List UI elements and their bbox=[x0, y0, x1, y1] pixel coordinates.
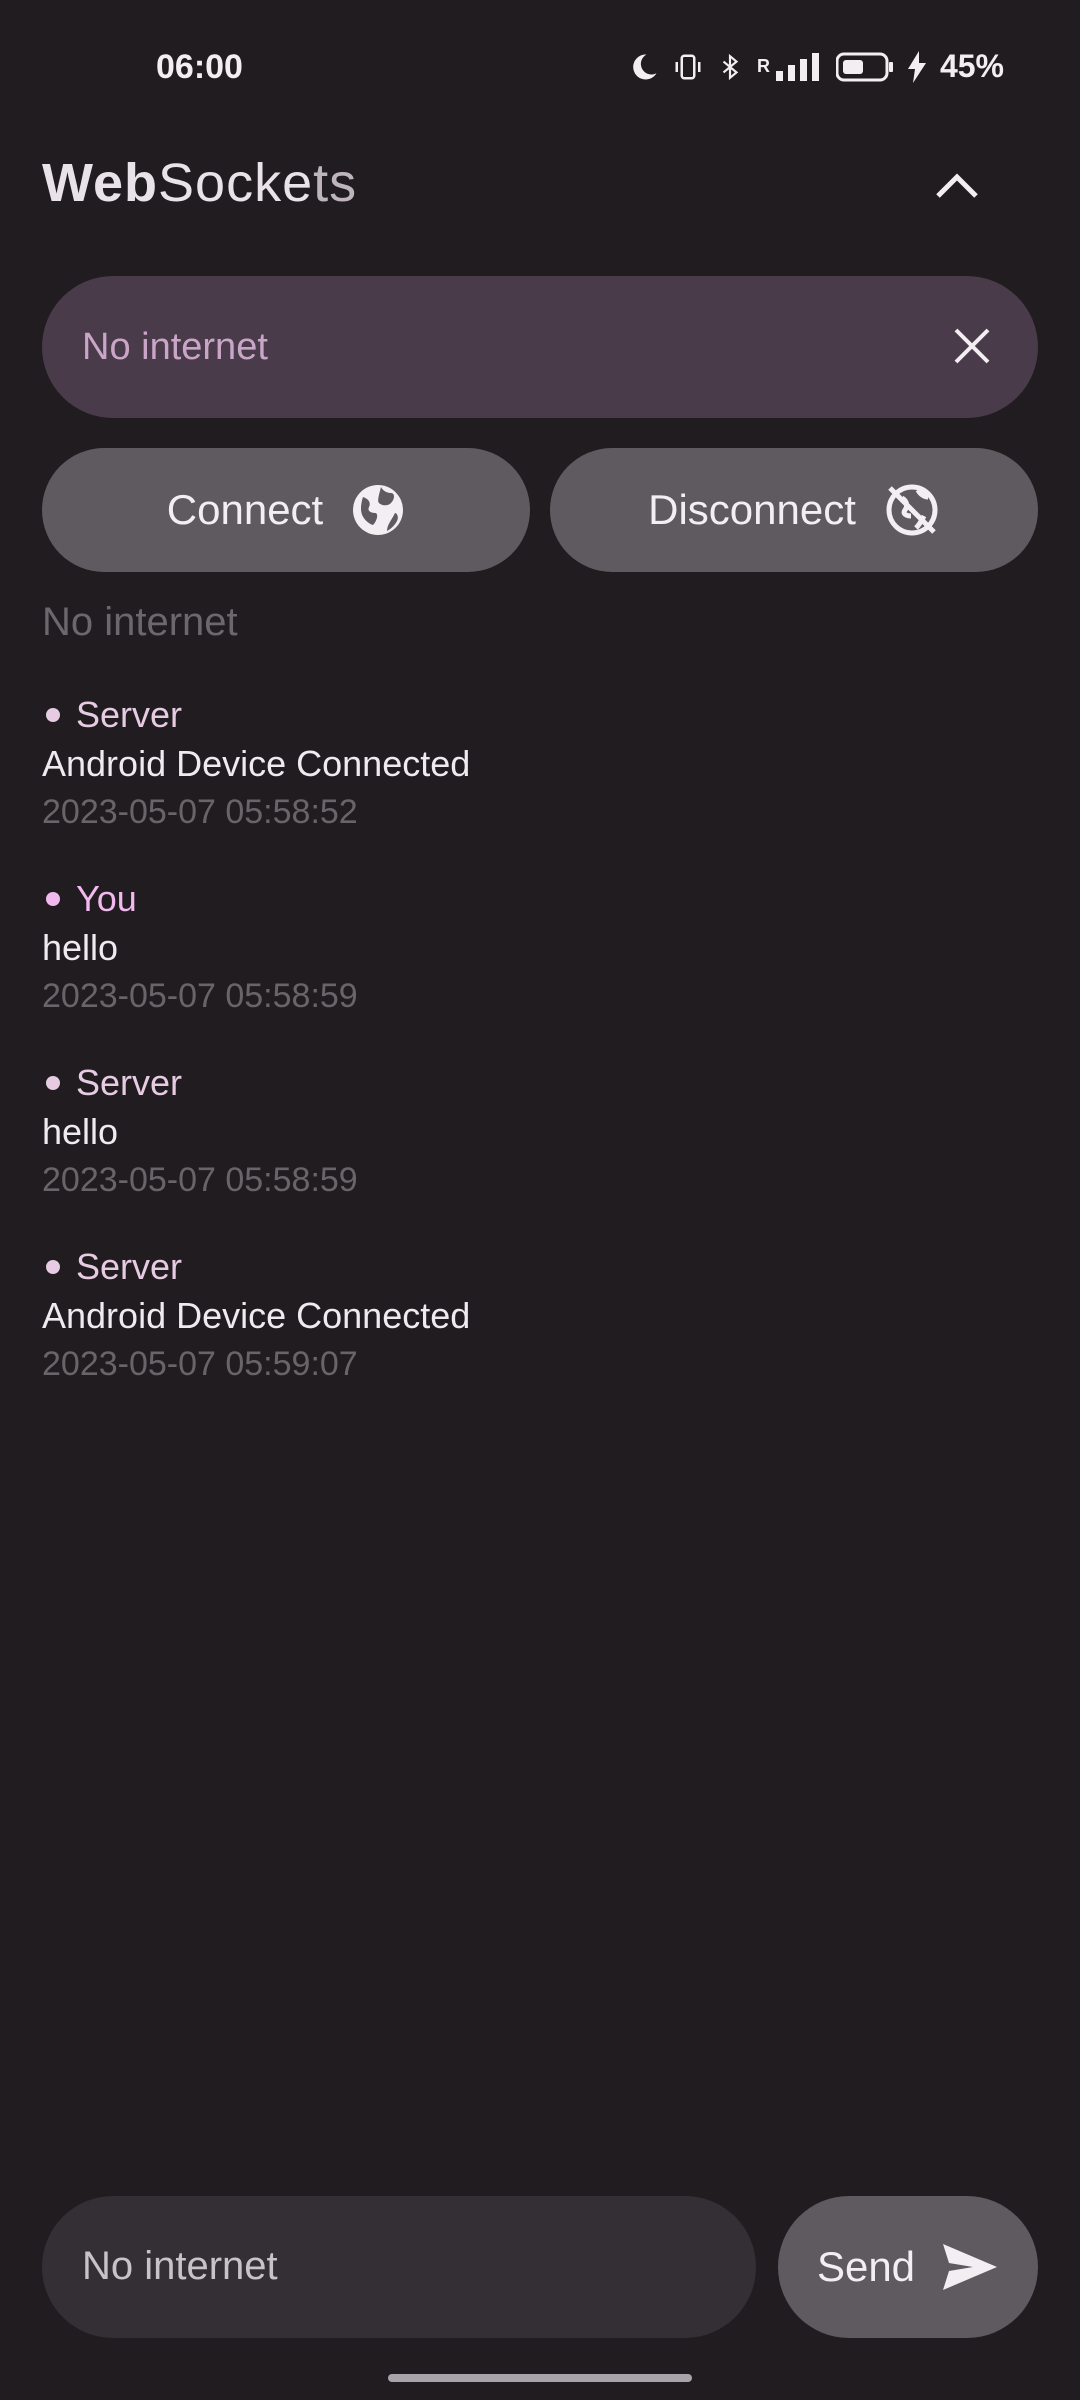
message-text: hello bbox=[42, 927, 119, 968]
app-title: WebSockets bbox=[42, 152, 357, 214]
title-socke: Socke bbox=[158, 153, 314, 213]
message-sender: Server bbox=[42, 1242, 1038, 1292]
message-sender: Server bbox=[42, 1058, 1038, 1108]
status-bar: 06:00 R 45% bbox=[0, 0, 1080, 140]
message-item: Server hello 2023-05-07 05:58:59 bbox=[42, 1058, 1038, 1242]
message-input-text: No internet bbox=[82, 2244, 278, 2288]
home-indicator[interactable] bbox=[388, 2374, 692, 2382]
sender-dot-icon bbox=[46, 1076, 60, 1090]
message-text: Android Device Connected bbox=[42, 1295, 471, 1336]
connect-label: Connect bbox=[166, 486, 324, 533]
message-sender: You bbox=[42, 874, 1038, 924]
send-label: Send bbox=[816, 2243, 916, 2290]
message-item: Server Android Device Connected 2023-05-… bbox=[42, 690, 1038, 874]
sender-name: Server bbox=[76, 694, 183, 735]
vibrate-icon bbox=[675, 54, 701, 79]
disconnect-button[interactable]: Disconnect bbox=[550, 448, 1038, 572]
sender-name: Server bbox=[76, 1246, 183, 1287]
battery-percentage: 45% bbox=[939, 48, 1004, 84]
status-time: 06:00 bbox=[156, 48, 243, 86]
collapse-button[interactable] bbox=[922, 150, 992, 220]
sender-name: You bbox=[76, 878, 137, 919]
title-web: Web bbox=[42, 153, 159, 213]
globe-off-icon bbox=[886, 484, 938, 536]
message-text: hello bbox=[42, 1111, 119, 1152]
server-url-field[interactable]: No internet bbox=[42, 276, 1038, 418]
sender-dot-icon bbox=[46, 1260, 60, 1274]
sender-dot-icon bbox=[46, 892, 60, 906]
message-item: Server Android Device Connected 2023-05-… bbox=[42, 1242, 1038, 1426]
disconnect-label: Disconnect bbox=[648, 486, 856, 533]
close-icon bbox=[954, 328, 990, 364]
moon-icon bbox=[633, 53, 657, 79]
connection-status: No internet bbox=[42, 600, 238, 644]
battery-icon bbox=[835, 52, 893, 81]
message-item: You hello 2023-05-07 05:58:59 bbox=[42, 874, 1038, 1058]
message-sender: Server bbox=[42, 690, 1038, 740]
send-icon bbox=[943, 2244, 998, 2290]
globe-icon bbox=[353, 485, 404, 535]
connect-button[interactable]: Connect bbox=[42, 448, 530, 572]
server-url-text: No internet bbox=[82, 326, 268, 368]
status-icons: R 45% bbox=[629, 48, 1004, 85]
clear-url-button[interactable] bbox=[942, 316, 1002, 376]
message-timestamp: 2023-05-07 05:58:59 bbox=[42, 977, 358, 1015]
message-input[interactable]: No internet bbox=[42, 2196, 756, 2338]
sender-dot-icon bbox=[46, 708, 60, 722]
send-button[interactable]: Send bbox=[778, 2196, 1038, 2338]
message-text: Android Device Connected bbox=[42, 743, 471, 784]
bluetooth-icon bbox=[722, 53, 739, 80]
sender-name: Server bbox=[76, 1062, 183, 1103]
network-type-label: R bbox=[756, 56, 770, 76]
message-list: Server Android Device Connected 2023-05-… bbox=[42, 690, 1038, 1426]
signal-icon bbox=[775, 52, 819, 81]
message-timestamp: 2023-05-07 05:58:59 bbox=[42, 1161, 358, 1199]
chevron-up-icon bbox=[936, 173, 978, 198]
message-timestamp: 2023-05-07 05:58:52 bbox=[42, 793, 358, 831]
charging-icon bbox=[907, 50, 926, 83]
title-ts: ts bbox=[313, 153, 358, 213]
message-timestamp: 2023-05-07 05:59:07 bbox=[42, 1345, 358, 1383]
